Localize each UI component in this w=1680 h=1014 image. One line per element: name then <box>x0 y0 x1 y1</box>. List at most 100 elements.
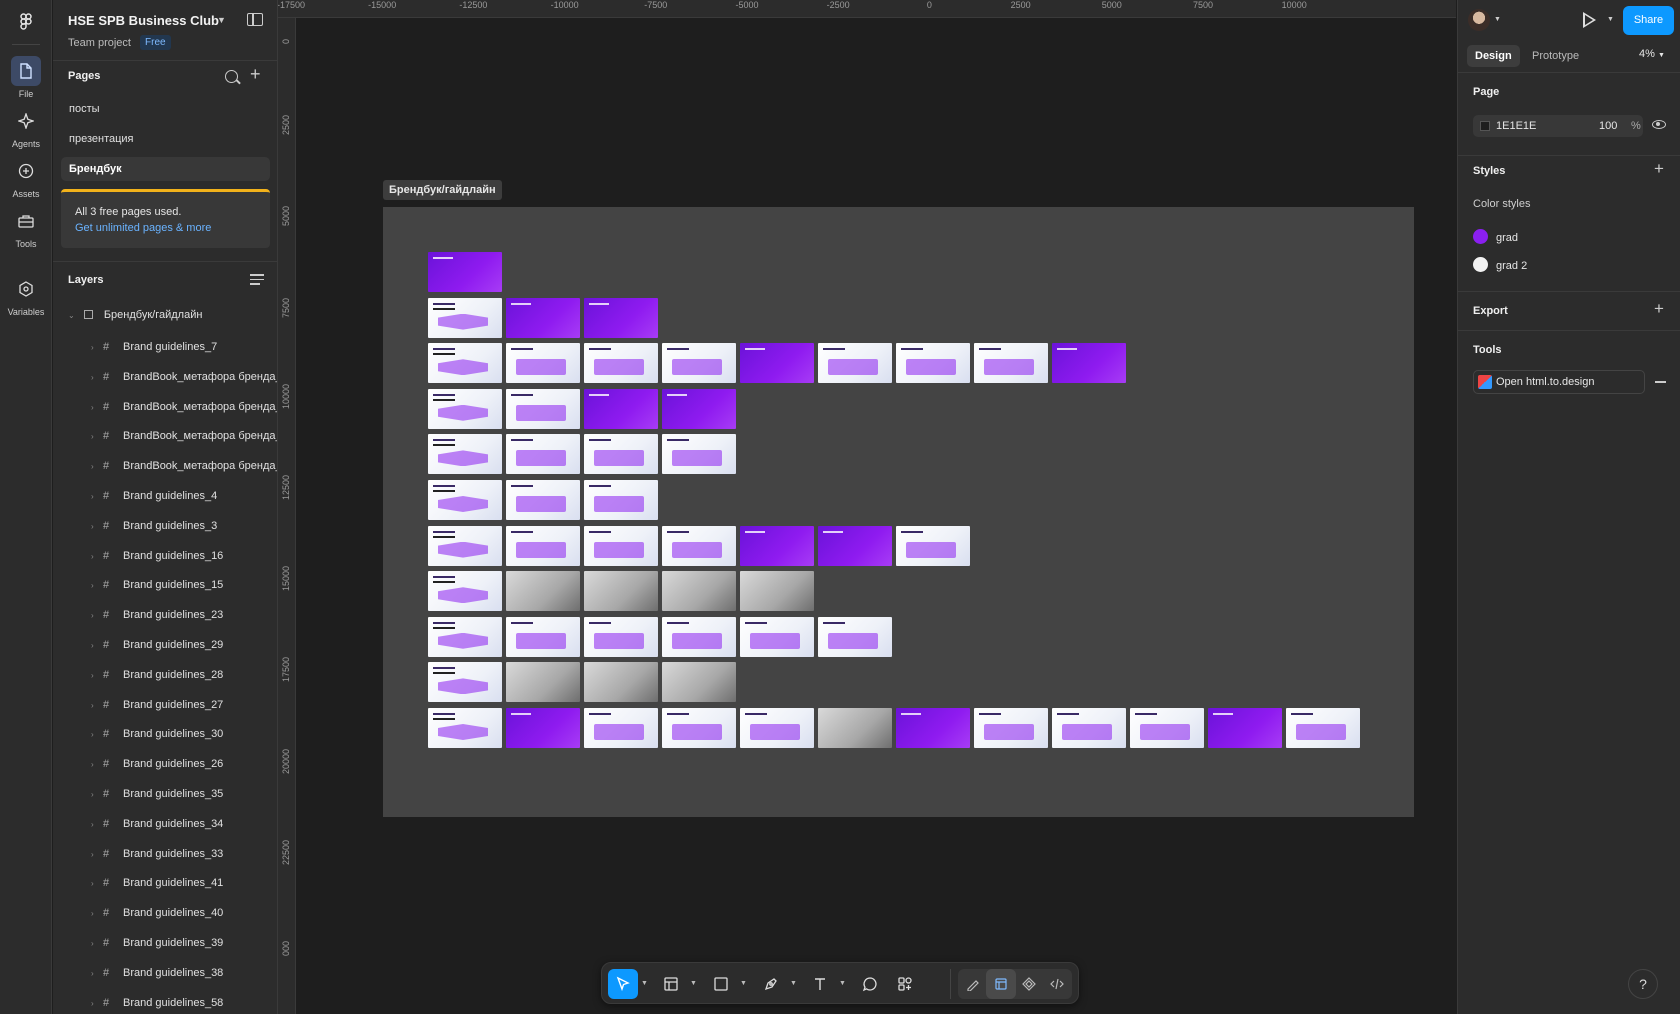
slide-thumbnail[interactable] <box>662 662 736 703</box>
eye-icon[interactable] <box>1652 120 1666 129</box>
slide-thumbnail[interactable] <box>584 708 658 748</box>
chevron-down-icon[interactable]: ▼ <box>690 980 697 987</box>
layer-item[interactable]: › # Brand guidelines_38 <box>53 959 277 989</box>
slide-thumbnail[interactable] <box>428 708 502 748</box>
page-color-swatch[interactable] <box>1480 121 1490 131</box>
slide-thumbnail[interactable] <box>428 662 502 703</box>
chevron-right-icon[interactable]: › <box>91 810 103 840</box>
remove-tool-icon[interactable] <box>1655 381 1666 383</box>
chevron-right-icon[interactable]: › <box>91 333 103 363</box>
chevron-right-icon[interactable]: › <box>91 899 103 929</box>
layer-item[interactable]: › # BrandBook_метафора бренда_1 <box>53 422 277 452</box>
layer-item[interactable]: › # Brand guidelines_27 <box>53 691 277 721</box>
tool-html-to-design[interactable]: Open html.to.design <box>1473 370 1645 394</box>
chevron-down-icon[interactable]: ▼ <box>1607 16 1614 23</box>
color-style-grad-2[interactable]: grad 2 <box>1473 257 1527 272</box>
slide-thumbnail[interactable] <box>506 525 580 566</box>
chevron-right-icon[interactable]: › <box>91 869 103 899</box>
slide-thumbnail[interactable] <box>818 525 892 566</box>
chevron-down-icon[interactable]: ▼ <box>839 980 846 987</box>
layer-item[interactable]: › # Brand guidelines_39 <box>53 929 277 959</box>
slide-thumbnail[interactable] <box>740 571 814 612</box>
chevron-right-icon[interactable]: › <box>91 691 103 721</box>
slide-thumbnail[interactable] <box>662 434 736 475</box>
layer-item[interactable]: › # Brand guidelines_16 <box>53 542 277 572</box>
slide-thumbnail[interactable] <box>662 525 736 566</box>
rail-item-tools[interactable]: Tools <box>0 206 52 249</box>
page-opacity[interactable]: 100 <box>1599 120 1617 132</box>
slide-thumbnail[interactable] <box>974 708 1048 748</box>
slide-thumbnail[interactable] <box>1130 708 1204 748</box>
slide-thumbnail[interactable] <box>896 525 970 566</box>
slide-thumbnail[interactable] <box>896 708 970 748</box>
slide-thumbnail[interactable] <box>584 571 658 612</box>
rail-item-agents[interactable]: Agents <box>0 106 52 149</box>
chevron-down-icon[interactable]: ▼ <box>1494 16 1501 23</box>
chevron-right-icon[interactable]: › <box>91 601 103 631</box>
slide-thumbnail[interactable] <box>584 616 658 657</box>
slide-thumbnail[interactable] <box>428 434 502 475</box>
layer-item[interactable]: › # BrandBook_метафора бренда_1 <box>53 452 277 482</box>
text-tool-button[interactable] <box>805 969 835 999</box>
slide-thumbnail[interactable] <box>662 343 736 384</box>
slide-thumbnail[interactable] <box>428 616 502 657</box>
slide-thumbnail[interactable] <box>428 571 502 612</box>
chevron-down-icon[interactable]: ▼ <box>740 980 747 987</box>
project-title[interactable]: HSE SPB Business Club <box>68 13 219 28</box>
frame-label[interactable]: Брендбук/гайдлайн <box>383 180 502 200</box>
chevron-right-icon[interactable]: › <box>91 989 103 1014</box>
slide-thumbnail[interactable] <box>974 343 1048 384</box>
layer-item[interactable]: › # Brand guidelines_23 <box>53 601 277 631</box>
chevron-right-icon[interactable]: › <box>91 959 103 989</box>
chevron-right-icon[interactable]: › <box>91 780 103 810</box>
slide-thumbnail[interactable] <box>584 297 658 338</box>
chevron-right-icon[interactable]: › <box>91 393 103 423</box>
chevron-right-icon[interactable]: › <box>91 512 103 542</box>
layer-item[interactable]: › # Brand guidelines_34 <box>53 810 277 840</box>
slide-thumbnail[interactable] <box>506 388 580 429</box>
layer-item[interactable]: › # Brand guidelines_41 <box>53 869 277 899</box>
chevron-down-icon[interactable]: ⌄ <box>68 311 75 320</box>
chevron-right-icon[interactable]: › <box>91 363 103 393</box>
chevron-right-icon[interactable]: › <box>91 422 103 452</box>
design-mode-button[interactable] <box>986 969 1016 999</box>
help-button[interactable]: ? <box>1628 969 1658 999</box>
present-play-icon[interactable] <box>1583 12 1596 28</box>
layer-item[interactable]: › # Brand guidelines_3 <box>53 512 277 542</box>
chevron-right-icon[interactable]: › <box>91 750 103 780</box>
tab-design[interactable]: Design <box>1467 45 1520 67</box>
slide-thumbnail[interactable] <box>662 708 736 748</box>
chevron-down-icon[interactable]: ▼ <box>641 980 648 987</box>
slide-thumbnail[interactable] <box>506 571 580 612</box>
slide-thumbnail[interactable] <box>740 525 814 566</box>
layer-item[interactable]: › # Brand guidelines_7 <box>53 333 277 363</box>
layer-root-frame[interactable]: ⌄ Брендбук/гайдлайн <box>68 309 202 321</box>
layer-item[interactable]: › # Brand guidelines_40 <box>53 899 277 929</box>
page-color-field[interactable]: 1E1E1E 100 % <box>1473 115 1643 137</box>
slide-thumbnail[interactable] <box>428 388 502 429</box>
add-export-icon[interactable]: + <box>1654 299 1664 319</box>
rail-item-assets[interactable]: Assets <box>0 156 52 199</box>
slide-thumbnail[interactable] <box>506 662 580 703</box>
chevron-right-icon[interactable]: › <box>91 452 103 482</box>
slide-thumbnail[interactable] <box>506 343 580 384</box>
layer-item[interactable]: › # Brand guidelines_29 <box>53 631 277 661</box>
slide-thumbnail[interactable] <box>584 480 658 520</box>
layer-item[interactable]: › # Brand guidelines_30 <box>53 720 277 750</box>
slide-thumbnail[interactable] <box>896 343 970 384</box>
search-icon[interactable] <box>225 70 238 83</box>
rail-item-file[interactable]: File <box>0 56 52 99</box>
layer-item[interactable]: › # BrandBook_метафора бренда_1 <box>53 393 277 423</box>
chevron-right-icon[interactable]: › <box>91 571 103 601</box>
page-item-posty[interactable]: посты <box>61 97 270 121</box>
slide-thumbnail[interactable] <box>1208 708 1282 748</box>
slide-thumbnail[interactable] <box>1052 343 1126 384</box>
slide-thumbnail[interactable] <box>740 343 814 384</box>
figma-logo-icon[interactable] <box>16 12 36 32</box>
zoom-level[interactable]: 4% ▼ <box>1639 48 1665 60</box>
slide-thumbnail[interactable] <box>506 297 580 338</box>
slide-thumbnail[interactable] <box>740 708 814 748</box>
frame-tool-button[interactable] <box>656 969 686 999</box>
layer-item[interactable]: › # Brand guidelines_35 <box>53 780 277 810</box>
plan-badge[interactable]: Free <box>140 35 171 50</box>
